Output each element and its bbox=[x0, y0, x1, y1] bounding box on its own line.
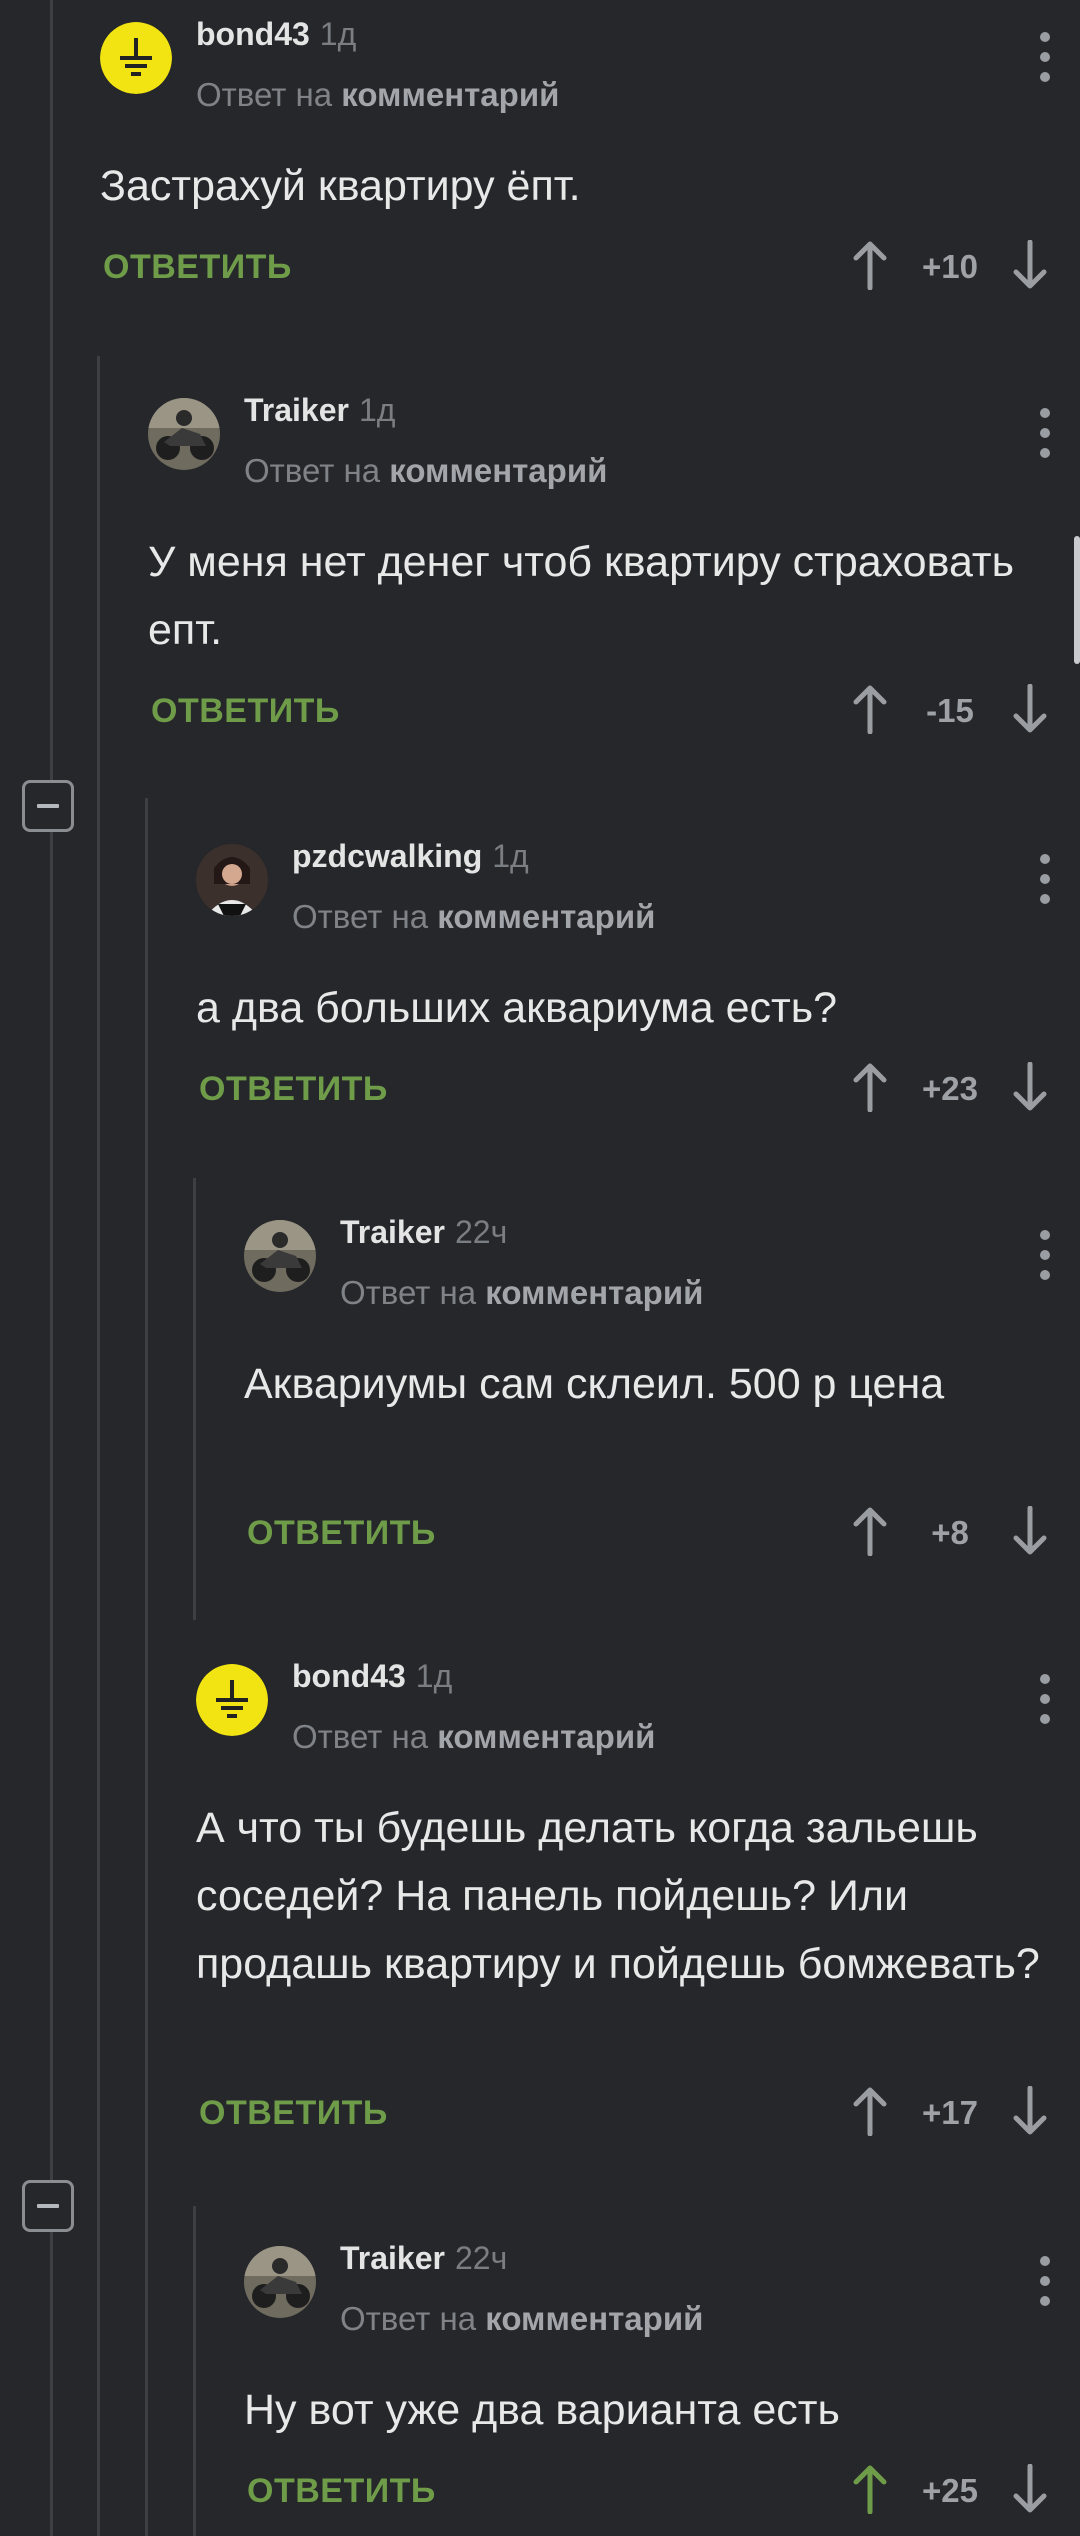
author-name[interactable]: bond43 1д bbox=[196, 16, 356, 53]
comment-text: У меня нет денег чтоб квартиру страховат… bbox=[148, 538, 1015, 654]
reply-button[interactable]: ОТВЕТИТЬ bbox=[103, 248, 292, 287]
person-photo bbox=[196, 844, 268, 916]
avatar[interactable] bbox=[196, 844, 268, 916]
more-options-icon[interactable] bbox=[1038, 1228, 1052, 1282]
vote-score: -15 bbox=[926, 692, 974, 729]
thread-line-level-4 bbox=[193, 1178, 196, 1620]
vote-score: +10 bbox=[922, 248, 978, 285]
reply-to-info: Ответ на комментарий bbox=[340, 1274, 704, 1311]
motorcycle-photo bbox=[244, 2246, 316, 2318]
reply-button[interactable]: ОТВЕТИТЬ bbox=[247, 2472, 436, 2511]
motorcycle-photo bbox=[244, 1220, 316, 1292]
ground-symbol-icon bbox=[196, 1664, 268, 1736]
thread-line-level-1 bbox=[50, 0, 53, 2536]
more-options-icon[interactable] bbox=[1038, 852, 1052, 906]
comment-text: Ну вот уже два варианта есть bbox=[244, 2386, 840, 2434]
reply-target-link[interactable]: комментарий bbox=[437, 898, 655, 935]
comment-time: 1д bbox=[358, 392, 396, 428]
reply-to-info: Ответ на комментарий bbox=[196, 76, 560, 113]
downvote-arrow-icon[interactable] bbox=[1010, 1062, 1050, 1112]
vote-score: +17 bbox=[922, 2094, 978, 2131]
more-options-icon[interactable] bbox=[1038, 2254, 1052, 2308]
downvote-arrow-icon[interactable] bbox=[1010, 240, 1050, 290]
avatar[interactable] bbox=[100, 22, 172, 94]
author-name[interactable]: Traiker 22ч bbox=[340, 1214, 507, 1251]
comment-time: 22ч bbox=[454, 2240, 508, 2276]
upvote-arrow-icon[interactable] bbox=[850, 684, 890, 734]
vote-controls: -15 bbox=[850, 680, 1050, 740]
motorcycle-photo bbox=[148, 398, 220, 470]
downvote-arrow-icon[interactable] bbox=[1010, 2086, 1050, 2136]
comment-time: 1д bbox=[319, 16, 357, 52]
upvote-arrow-icon[interactable] bbox=[850, 2086, 890, 2136]
reply-target-link[interactable]: комментарий bbox=[389, 452, 607, 489]
avatar[interactable] bbox=[148, 398, 220, 470]
collapse-thread-button[interactable] bbox=[22, 780, 74, 832]
author-name[interactable]: bond43 1д bbox=[292, 1658, 452, 1695]
avatar[interactable] bbox=[244, 1220, 316, 1292]
reply-target-link[interactable]: комментарий bbox=[437, 1718, 655, 1755]
downvote-arrow-icon[interactable] bbox=[1010, 684, 1050, 734]
downvote-arrow-icon[interactable] bbox=[1010, 1506, 1050, 1556]
comment-text: а два больших аквариума есть? bbox=[196, 984, 838, 1032]
comment-text: Застрахуй квартиру ёпт. bbox=[100, 162, 581, 210]
thread-line-level-4b bbox=[193, 2206, 196, 2536]
vote-score: +23 bbox=[922, 1070, 978, 1107]
upvote-arrow-icon[interactable] bbox=[850, 1062, 890, 1112]
vote-controls: +17 bbox=[850, 2082, 1050, 2142]
thread-line-level-2 bbox=[97, 356, 100, 2536]
more-options-icon[interactable] bbox=[1038, 1672, 1052, 1726]
reply-button[interactable]: ОТВЕТИТЬ bbox=[199, 1070, 388, 1109]
vote-controls: +8 bbox=[850, 1502, 1050, 1562]
upvote-arrow-icon[interactable] bbox=[850, 240, 890, 290]
author-name[interactable]: Traiker 22ч bbox=[340, 2240, 507, 2277]
reply-button[interactable]: ОТВЕТИТЬ bbox=[151, 692, 340, 731]
comment-time: 1д bbox=[415, 1658, 453, 1694]
more-options-icon[interactable] bbox=[1038, 406, 1052, 460]
vote-score: +8 bbox=[931, 1514, 969, 1551]
downvote-arrow-icon[interactable] bbox=[1010, 2464, 1050, 2514]
upvote-arrow-icon[interactable] bbox=[850, 2464, 890, 2514]
author-name[interactable]: Traiker 1д bbox=[244, 392, 395, 429]
vote-controls: +25 bbox=[850, 2460, 1050, 2520]
collapse-thread-button[interactable] bbox=[22, 2180, 74, 2232]
comment-text: Аквариумы сам склеил. 500 р цена bbox=[244, 1360, 945, 1408]
reply-target-link[interactable]: комментарий bbox=[485, 1274, 703, 1311]
ground-symbol-icon bbox=[100, 22, 172, 94]
reply-button[interactable]: ОТВЕТИТЬ bbox=[199, 2094, 388, 2133]
scrollbar[interactable] bbox=[1074, 536, 1080, 664]
vote-controls: +23 bbox=[850, 1058, 1050, 1118]
comment-time: 1д bbox=[492, 838, 529, 874]
vote-score: +25 bbox=[922, 2472, 978, 2509]
reply-to-info: Ответ на комментарий bbox=[244, 452, 608, 489]
reply-target-link[interactable]: комментарий bbox=[485, 2300, 703, 2337]
more-options-icon[interactable] bbox=[1038, 30, 1052, 84]
avatar[interactable] bbox=[244, 2246, 316, 2318]
upvote-arrow-icon[interactable] bbox=[850, 1506, 890, 1556]
reply-target-link[interactable]: комментарий bbox=[341, 76, 559, 113]
reply-to-info: Ответ на комментарий bbox=[340, 2300, 704, 2337]
comment-time: 22ч bbox=[454, 1214, 508, 1250]
reply-to-info: Ответ на комментарий bbox=[292, 898, 656, 935]
reply-button[interactable]: ОТВЕТИТЬ bbox=[247, 1514, 436, 1553]
comment-text: А что ты будешь делать когда зальешь сос… bbox=[196, 1804, 1040, 1988]
avatar[interactable] bbox=[196, 1664, 268, 1736]
reply-to-info: Ответ на комментарий bbox=[292, 1718, 656, 1755]
author-name[interactable]: pzdcwalking 1д bbox=[292, 838, 529, 875]
thread-line-level-3 bbox=[145, 798, 148, 2536]
vote-controls: +10 bbox=[850, 236, 1050, 296]
